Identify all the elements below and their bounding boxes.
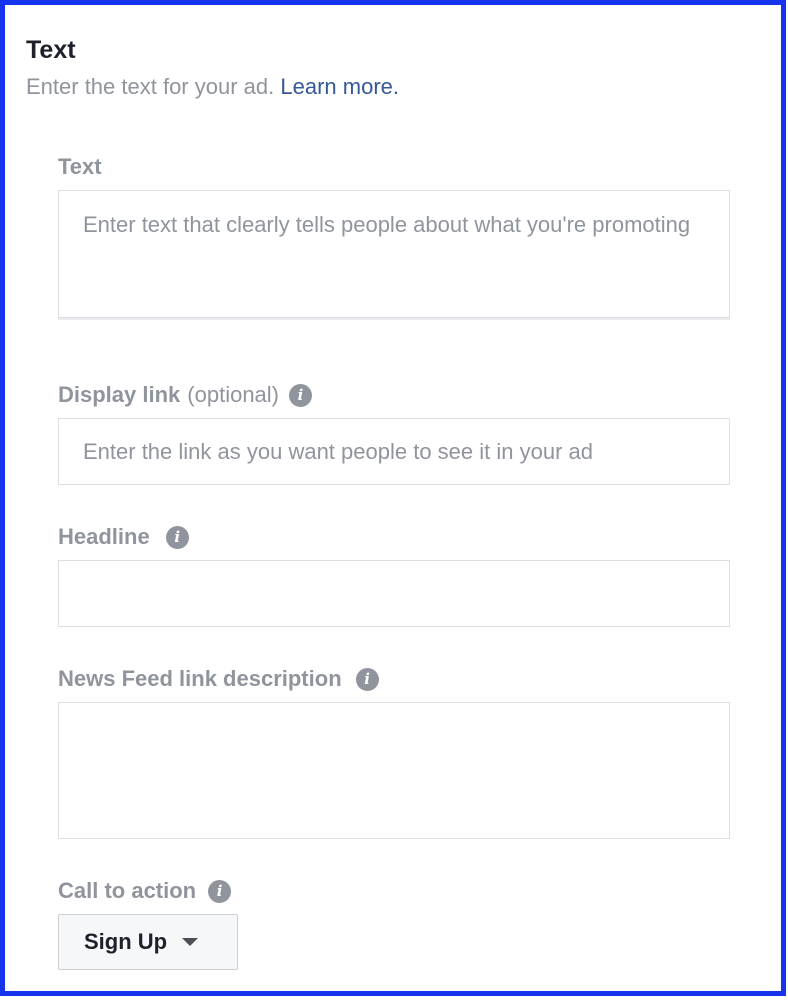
- display-link-label: Display link (optional) i: [58, 382, 312, 408]
- call-to-action-label-text: Call to action: [58, 878, 197, 903]
- info-icon[interactable]: i: [355, 667, 379, 691]
- headline-label-text: Headline: [58, 524, 150, 549]
- info-icon[interactable]: i: [208, 879, 232, 903]
- display-link-input[interactable]: [58, 418, 730, 485]
- call-to-action-label: Call to action i: [58, 878, 232, 904]
- headline-input[interactable]: [58, 560, 730, 627]
- learn-more-link[interactable]: Learn more.: [280, 74, 399, 99]
- optional-tag: (optional): [187, 382, 279, 407]
- section-subtitle: Enter the text for your ad. Learn more.: [26, 74, 399, 100]
- ad-text-panel: Text Enter the text for your ad. Learn m…: [0, 0, 786, 996]
- headline-label: Headline i: [58, 524, 189, 550]
- text-label: Text: [58, 154, 102, 180]
- call-to-action-dropdown[interactable]: Sign Up: [58, 914, 238, 970]
- info-icon[interactable]: i: [289, 383, 312, 407]
- caret-down-icon: [182, 938, 199, 946]
- text-field[interactable]: [58, 190, 730, 318]
- news-feed-description-label: News Feed link description i: [58, 666, 379, 692]
- info-icon[interactable]: i: [165, 525, 189, 549]
- call-to-action-value: Sign Up: [84, 929, 168, 954]
- news-feed-description-label-text: News Feed link description: [58, 666, 342, 691]
- subtitle-text: Enter the text for your ad.: [26, 74, 275, 99]
- news-feed-description-field[interactable]: [58, 702, 730, 839]
- section-title: Text: [26, 36, 76, 64]
- text-label-text: Text: [58, 154, 102, 179]
- display-link-label-text: Display link: [58, 382, 181, 407]
